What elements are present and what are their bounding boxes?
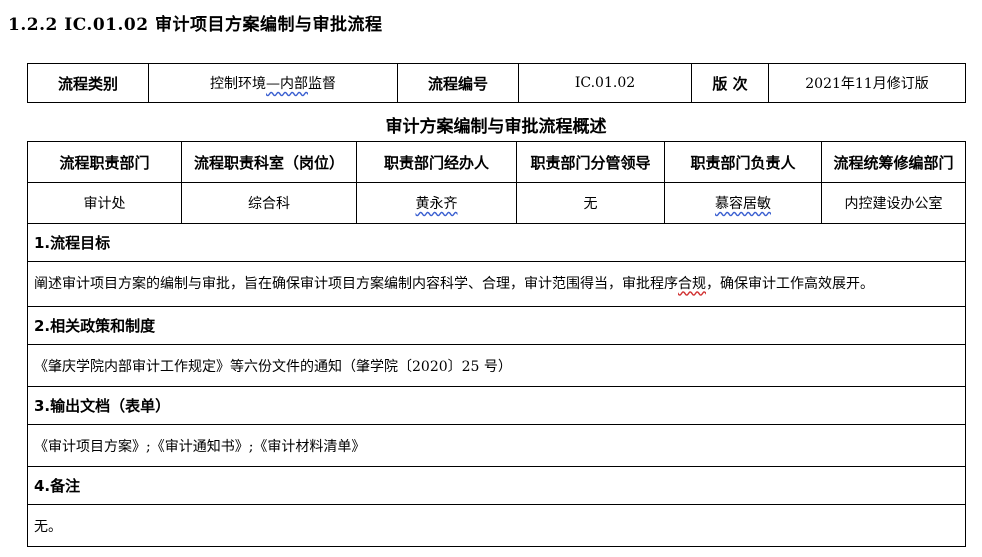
process-detail-table: 1.流程目标 阐述审计项目方案的编制与审批，旨在确保审计项目方案编制内容科学、合… xyxy=(27,223,966,547)
section-content-row: 《肇庆学院内部审计工作规定》等六份文件的通知（肇学院〔2020〕25 号） xyxy=(27,344,966,387)
policy-title: 2.相关政策和制度 xyxy=(27,306,966,345)
page-title: 1.2.2 IC.01.02 审计项目方案编制与审批流程 xyxy=(8,15,383,35)
header-section: 流程职责科室（岗位） xyxy=(181,141,357,183)
section-content-row: 《审计项目方案》;《审计通知书》;《审计材料清单》 xyxy=(27,424,966,467)
goal-text-underlined: 合规 xyxy=(678,275,706,292)
goal-text-part: ，确保审计工作高效展开。 xyxy=(706,275,874,292)
responsibility-value-row: 审计处 综合科 黄永齐 无 慕容居敏 内控建设办公室 xyxy=(27,182,966,224)
category-value: 控制环境—内部监督 xyxy=(148,63,398,103)
value-leader: 无 xyxy=(516,182,665,224)
output-title: 3.输出文档（表单） xyxy=(27,386,966,425)
value-coordinator: 内控建设办公室 xyxy=(821,182,966,224)
header-leader: 职责部门分管领导 xyxy=(516,141,665,183)
goal-title: 1.流程目标 xyxy=(27,223,966,262)
responsibility-header-row: 流程职责部门 流程职责科室（岗位） 职责部门经办人 职责部门分管领导 职责部门负… xyxy=(27,141,966,183)
code-value: IC.01.02 xyxy=(518,63,692,103)
remark-text: 无。 xyxy=(27,504,966,547)
process-meta-table: 流程类别 控制环境—内部监督 流程编号 IC.01.02 版 次 2021年11… xyxy=(27,63,966,103)
version-value: 2021年11月修订版 xyxy=(768,63,966,103)
section-heading-row: 4.备注 xyxy=(27,466,966,505)
header-handler: 职责部门经办人 xyxy=(356,141,517,183)
header-head: 职责部门负责人 xyxy=(664,141,822,183)
value-dept: 审计处 xyxy=(27,182,182,224)
section-heading-row: 1.流程目标 xyxy=(27,223,966,262)
output-text: 《审计项目方案》;《审计通知书》;《审计材料清单》 xyxy=(27,424,966,467)
section-heading-row: 3.输出文档（表单） xyxy=(27,386,966,425)
responsibility-table: 流程职责部门 流程职责科室（岗位） 职责部门经办人 职责部门分管领导 职责部门负… xyxy=(27,141,966,224)
goal-text: 阐述审计项目方案的编制与审批，旨在确保审计项目方案编制内容科学、合理，审计范围得… xyxy=(27,261,966,307)
overview-title: 审计方案编制与审批流程概述 xyxy=(385,117,607,137)
value-handler-text: 黄永齐 xyxy=(415,196,458,212)
category-value-underlined: —内部 xyxy=(266,76,308,92)
category-label: 流程类别 xyxy=(27,63,149,103)
value-head-text: 慕容居敏 xyxy=(715,196,771,212)
value-head: 慕容居敏 xyxy=(664,182,822,224)
value-handler: 黄永齐 xyxy=(356,182,517,224)
section-content-row: 阐述审计项目方案的编制与审批，旨在确保审计项目方案编制内容科学、合理，审计范围得… xyxy=(27,261,966,307)
section-content-row: 无。 xyxy=(27,504,966,547)
version-label: 版 次 xyxy=(691,63,769,103)
category-value-part: 控制环境 xyxy=(210,76,266,92)
category-value-part: 监督 xyxy=(308,76,336,92)
header-coordinator: 流程统筹修编部门 xyxy=(821,141,966,183)
section-heading-row: 2.相关政策和制度 xyxy=(27,306,966,345)
remark-title: 4.备注 xyxy=(27,466,966,505)
code-label: 流程编号 xyxy=(397,63,519,103)
goal-text-part: 阐述审计项目方案的编制与审批，旨在确保审计项目方案编制内容科学、合理，审计范围得… xyxy=(34,275,678,292)
header-dept: 流程职责部门 xyxy=(27,141,182,183)
policy-text: 《肇庆学院内部审计工作规定》等六份文件的通知（肇学院〔2020〕25 号） xyxy=(27,344,966,387)
value-section: 综合科 xyxy=(181,182,357,224)
meta-row: 流程类别 控制环境—内部监督 流程编号 IC.01.02 版 次 2021年11… xyxy=(27,63,966,103)
